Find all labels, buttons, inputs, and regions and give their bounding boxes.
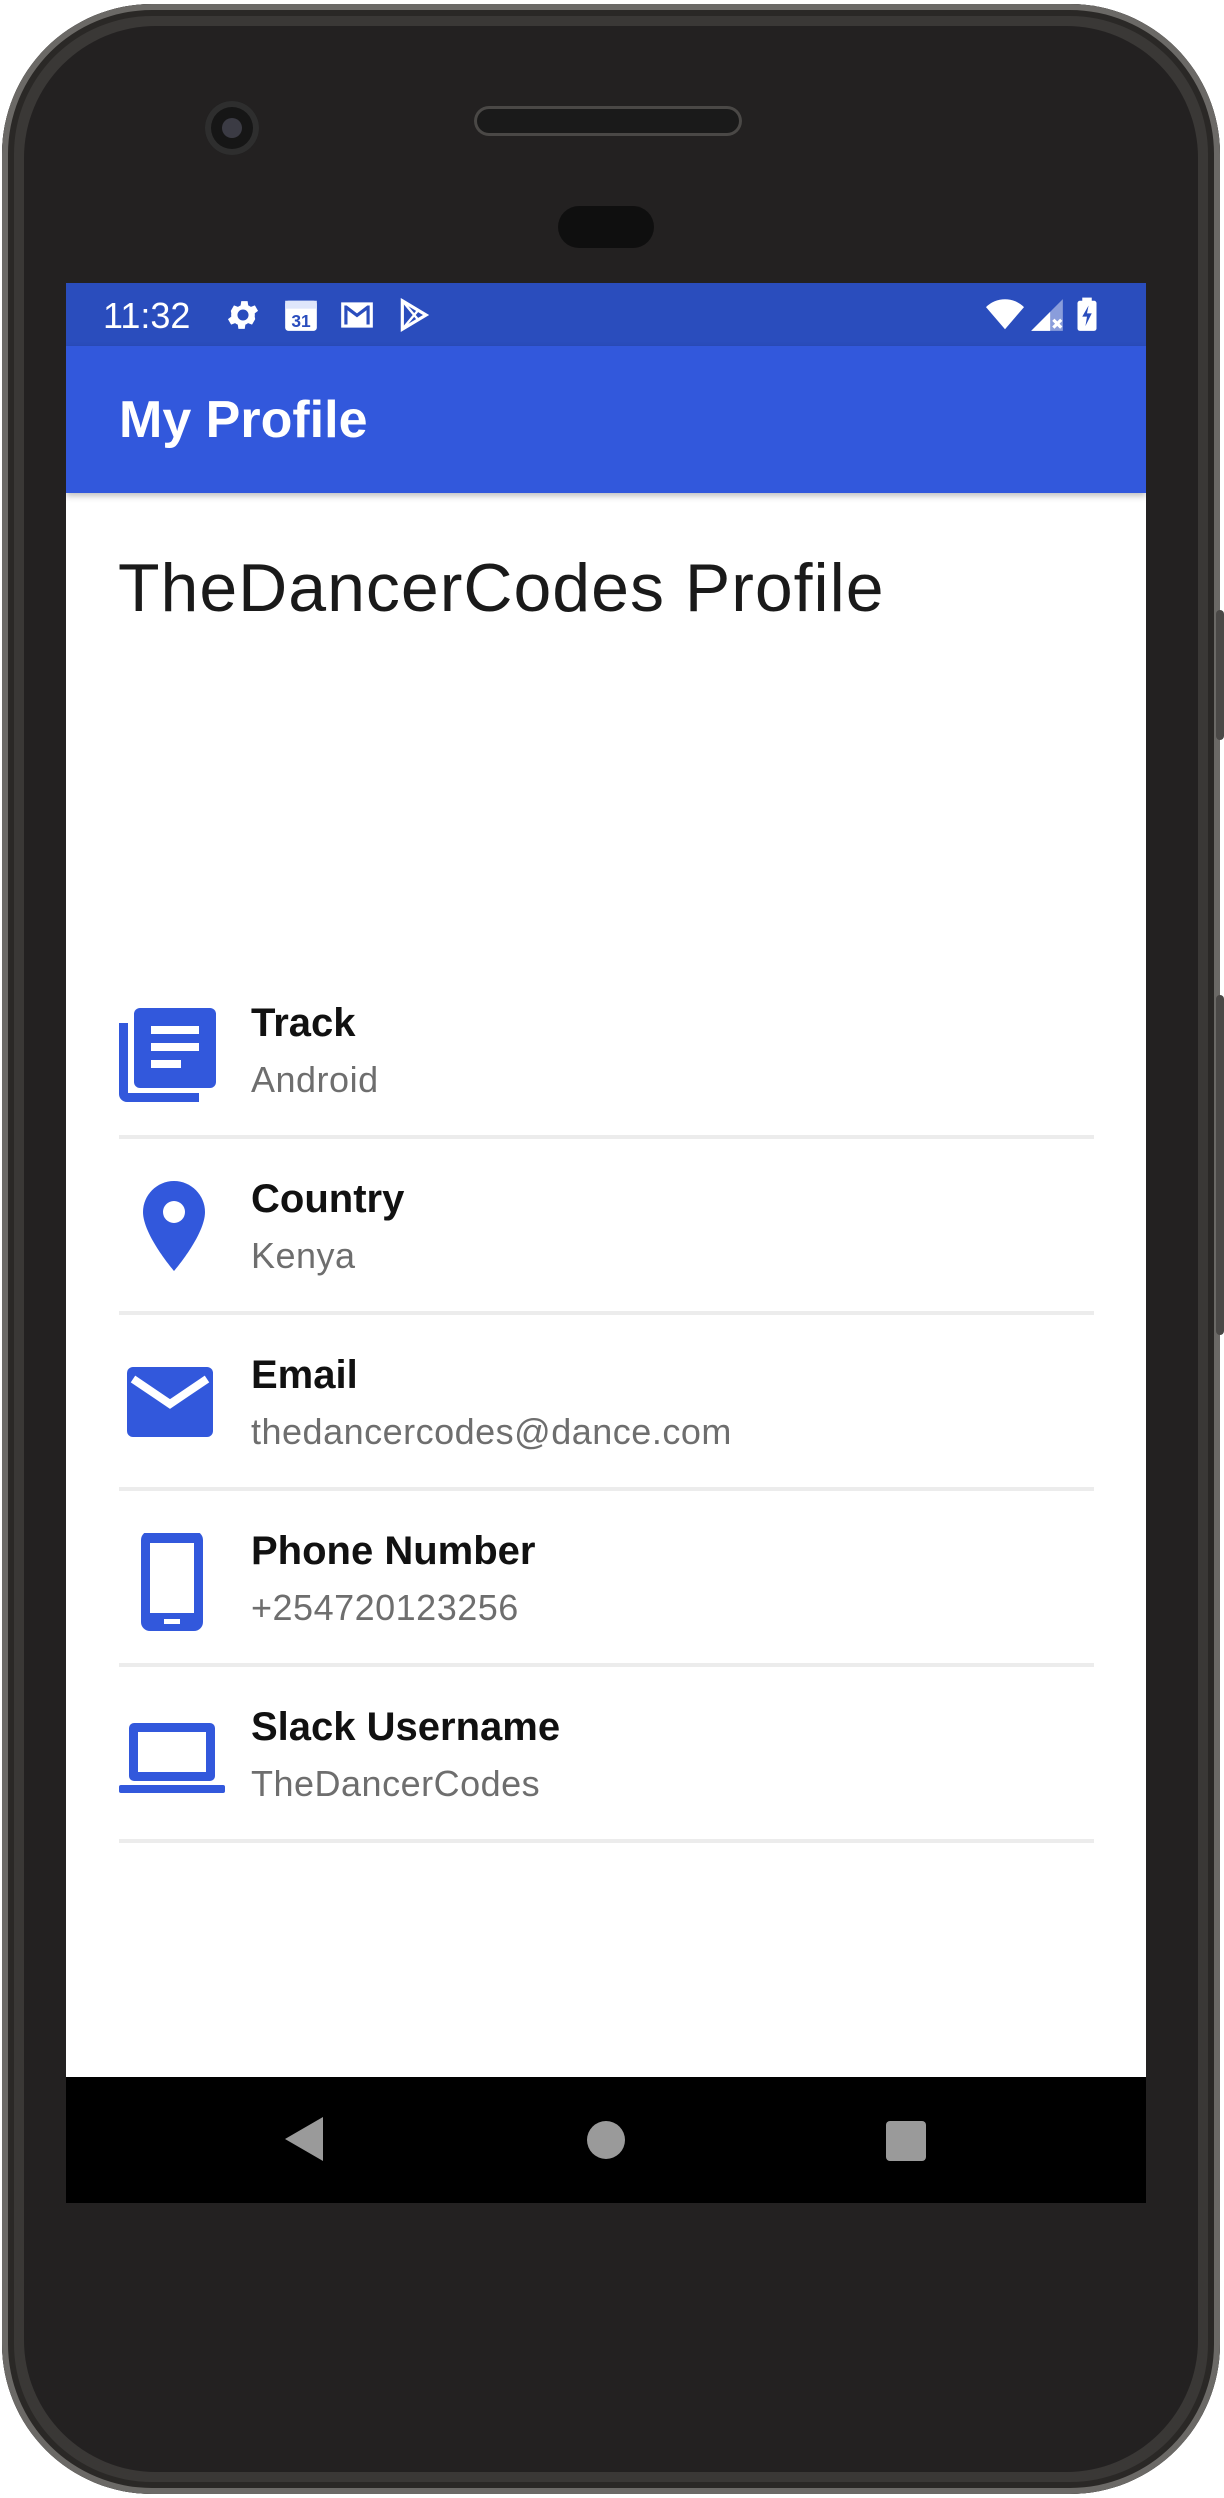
row-label: Phone Number — [251, 1529, 536, 1573]
list-item-email[interactable]: Email thedancercodes@dance.com — [119, 1315, 1094, 1491]
row-value: +254720123256 — [251, 1587, 519, 1628]
gmail-icon — [341, 302, 373, 328]
row-value: thedancercodes@dance.com — [251, 1411, 732, 1452]
row-label: Country — [251, 1177, 405, 1221]
app-bar-title: My Profile — [119, 391, 368, 449]
calendar-day-text: 31 — [291, 311, 311, 331]
front-camera — [205, 101, 259, 155]
calendar-icon: 31 — [285, 300, 317, 331]
row-value: Android — [251, 1059, 379, 1100]
status-bar: 11:32 31 — [66, 283, 1146, 346]
smartphone-icon — [141, 1533, 203, 1631]
battery-icon — [1077, 297, 1097, 331]
app-bar: My Profile — [66, 346, 1146, 493]
library-books-icon — [119, 1008, 216, 1102]
list-item-phone-number[interactable]: Phone Number +254720123256 — [119, 1491, 1094, 1667]
home-icon[interactable] — [587, 2121, 625, 2159]
signal-icon — [1031, 299, 1063, 331]
status-time: 11:32 — [103, 295, 191, 336]
power-button — [1216, 610, 1224, 740]
list-item-country[interactable]: Country Kenya — [119, 1139, 1094, 1315]
list-item-track[interactable]: Track Android — [119, 963, 1094, 1139]
row-value: TheDancerCodes — [251, 1763, 541, 1804]
gear-icon — [227, 301, 259, 329]
recent-apps-icon[interactable] — [886, 2121, 926, 2161]
location-pin-icon — [143, 1181, 205, 1271]
play-store-icon — [400, 297, 430, 333]
profile-title: TheDancerCodes Profile — [118, 550, 885, 626]
row-label: Track — [251, 1001, 356, 1045]
wifi-icon — [986, 299, 1024, 330]
email-icon — [127, 1367, 213, 1437]
row-label: Email — [251, 1353, 358, 1397]
row-value: Kenya — [251, 1235, 356, 1276]
laptop-icon — [119, 1723, 225, 1793]
back-icon[interactable] — [285, 2117, 323, 2161]
row-label: Slack Username — [251, 1705, 561, 1749]
volume-button — [1216, 995, 1224, 1335]
proximity-sensor — [558, 206, 654, 248]
screen: 11:32 31 My Profile TheDancerCodes Profi… — [66, 283, 1146, 2203]
earpiece-speaker — [474, 106, 742, 136]
list-item-slack-username[interactable]: Slack Username TheDancerCodes — [119, 1667, 1094, 1843]
navigation-bar — [66, 2077, 1146, 2203]
